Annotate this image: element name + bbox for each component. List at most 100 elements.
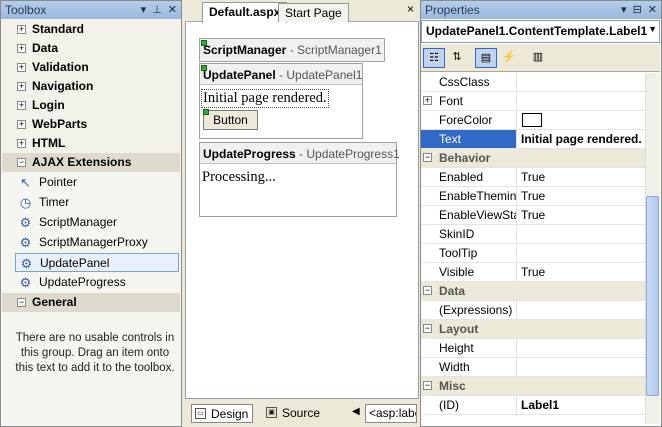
expand-icon[interactable]: + [423,96,432,105]
color-swatch[interactable] [522,113,542,127]
alphabetical-button[interactable]: ⇅ [446,48,468,68]
category-label: AJAX Extensions [32,155,132,169]
expand-icon: + [17,81,26,91]
expand-icon: + [17,43,26,53]
toolbox-empty-message[interactable]: There are no usable controls in this gro… [15,331,175,376]
pin-icon[interactable]: ⊥ [152,3,162,16]
property-value[interactable]: Label1 [518,396,645,414]
toolbox-category-general[interactable]: − General [2,293,180,312]
toolbox-category-webparts[interactable]: + WebParts [2,115,180,134]
close-icon[interactable]: ✕ [168,3,177,16]
collapse-icon[interactable]: − [423,286,432,295]
property-value[interactable] [518,92,645,110]
property-row-font[interactable]: + Font [421,92,645,111]
collapse-icon[interactable]: − [423,324,432,333]
categorized-button[interactable]: ☷ [423,48,445,68]
dropdown-icon[interactable]: ▾ [141,3,147,16]
property-row-width[interactable]: Width [421,358,645,377]
property-row-forecolor[interactable]: ForeColor [421,111,645,130]
label-initial-page-rendered[interactable]: Initial page rendered. [201,89,329,108]
toolbox-category-data[interactable]: + Data [2,39,180,58]
control-type: ScriptManager [203,43,287,57]
collapse-icon[interactable]: − [423,153,432,162]
sort-az-icon: ⇅ [452,51,462,63]
updateprogress-control[interactable]: UpdateProgress - UpdateProgress1 Process… [199,142,400,217]
property-category-behavior[interactable]: − Behavior [421,149,645,168]
property-name: (ID) [421,396,517,414]
tab-default-aspx[interactable]: Default.aspx [202,2,288,23]
property-value[interactable]: True [518,263,645,281]
property-value[interactable]: Initial page rendered. [518,130,645,148]
toolbox-titlebar: Toolbox ▾ ⊥ ✕ [1,1,181,19]
property-category-misc[interactable]: − Misc [421,377,645,396]
properties-button[interactable]: ▤ [475,48,497,68]
events-button[interactable]: ⚡ [498,48,520,68]
property-row-enabletheming[interactable]: EnableTheming True [421,187,645,206]
tab-start-page[interactable]: Start Page [278,3,349,22]
processing-text: Processing... [202,169,276,185]
category-label: Behavior [421,149,645,167]
toolbox-item-scriptmanager[interactable]: ⚙ ScriptManager [15,213,179,232]
property-name: Font [421,92,517,110]
property-value[interactable]: True [518,168,645,186]
property-row-tooltip[interactable]: ToolTip [421,244,645,263]
property-row-enableviewstate[interactable]: EnableViewState True [421,206,645,225]
toolbox-item-updatepanel[interactable]: ⚙ UpdatePanel [15,253,179,272]
property-row-visible[interactable]: Visible True [421,263,645,282]
scroll-left-icon[interactable]: ◀ [352,406,360,417]
updatepanel-control[interactable]: UpdatePanel - UpdatePanel1 Initial page … [199,63,363,139]
property-row-height[interactable]: Height [421,339,645,358]
property-value[interactable] [518,358,645,376]
property-value[interactable] [518,111,645,129]
category-label: WebParts [32,117,88,131]
tool-label: UpdatePanel [40,256,110,270]
property-value[interactable]: True [518,187,645,205]
button-control[interactable]: Button [203,110,258,130]
property-value[interactable]: True [518,206,645,224]
source-label: Source [282,406,321,420]
property-value[interactable] [518,73,645,91]
property-value[interactable] [518,225,645,243]
expand-icon: + [17,62,26,72]
property-row-id[interactable]: (ID) Label1 [421,396,645,415]
toolbox-item-updateprogress[interactable]: ⚙ UpdateProgress [15,273,179,292]
toolbox-category-ajax-extensions[interactable]: − AJAX Extensions [2,153,180,172]
property-value[interactable] [518,339,645,357]
property-row-enabled[interactable]: Enabled True [421,168,645,187]
scriptmanager-control[interactable]: ScriptManager - ScriptManager1 [199,38,385,62]
tag-navigator[interactable]: <asp:label> [365,404,417,423]
category-label: General [32,295,77,309]
toolbox-item-scriptmanagerproxy[interactable]: ⚙ ScriptManagerProxy [15,233,179,252]
collapse-icon[interactable]: − [423,381,432,390]
object-name: UpdatePanel1.ContentTemplate.Label1 [426,24,648,38]
toolbox-category-html[interactable]: + HTML [2,134,180,153]
pin-icon[interactable]: ⊟ [633,3,642,16]
property-row-cssclass[interactable]: CssClass [421,73,645,92]
property-value[interactable] [518,244,645,262]
control-name: UpdateProgress1 [306,147,400,161]
toolbox-category-standard[interactable]: + Standard [2,20,180,39]
toolbox-category-validation[interactable]: + Validation [2,58,180,77]
property-value[interactable] [518,301,645,319]
scrollbar-thumb[interactable] [646,196,659,396]
tool-label: Timer [39,195,70,209]
property-category-layout[interactable]: − Layout [421,320,645,339]
category-label: Validation [32,60,89,74]
toolbox-category-navigation[interactable]: + Navigation [2,77,180,96]
toolbox-category-login[interactable]: + Login [2,96,180,115]
dropdown-icon[interactable]: ▾ [621,3,627,16]
property-row-expressions[interactable]: (Expressions) [421,301,645,320]
source-view-button[interactable]: ▣ Source [263,404,324,423]
property-row-skinid[interactable]: SkinID [421,225,645,244]
design-view-button[interactable]: ▭ Design [191,404,254,423]
close-document-icon[interactable]: × [407,2,414,16]
property-row-text[interactable]: Text Initial page rendered. [421,130,645,149]
properties-icon: ▤ [480,52,492,64]
close-icon[interactable]: ✕ [648,3,657,16]
toolbox-item-pointer[interactable]: ↖ Pointer [15,173,179,192]
toolbox-item-timer[interactable]: ◷ Timer [15,193,179,212]
object-selector[interactable]: UpdatePanel1.ContentTemplate.Label1 ▼ [421,20,660,43]
property-category-data[interactable]: − Data [421,282,645,301]
property-pages-button[interactable]: ▥ [527,48,549,68]
property-name: EnableTheming [421,187,517,205]
